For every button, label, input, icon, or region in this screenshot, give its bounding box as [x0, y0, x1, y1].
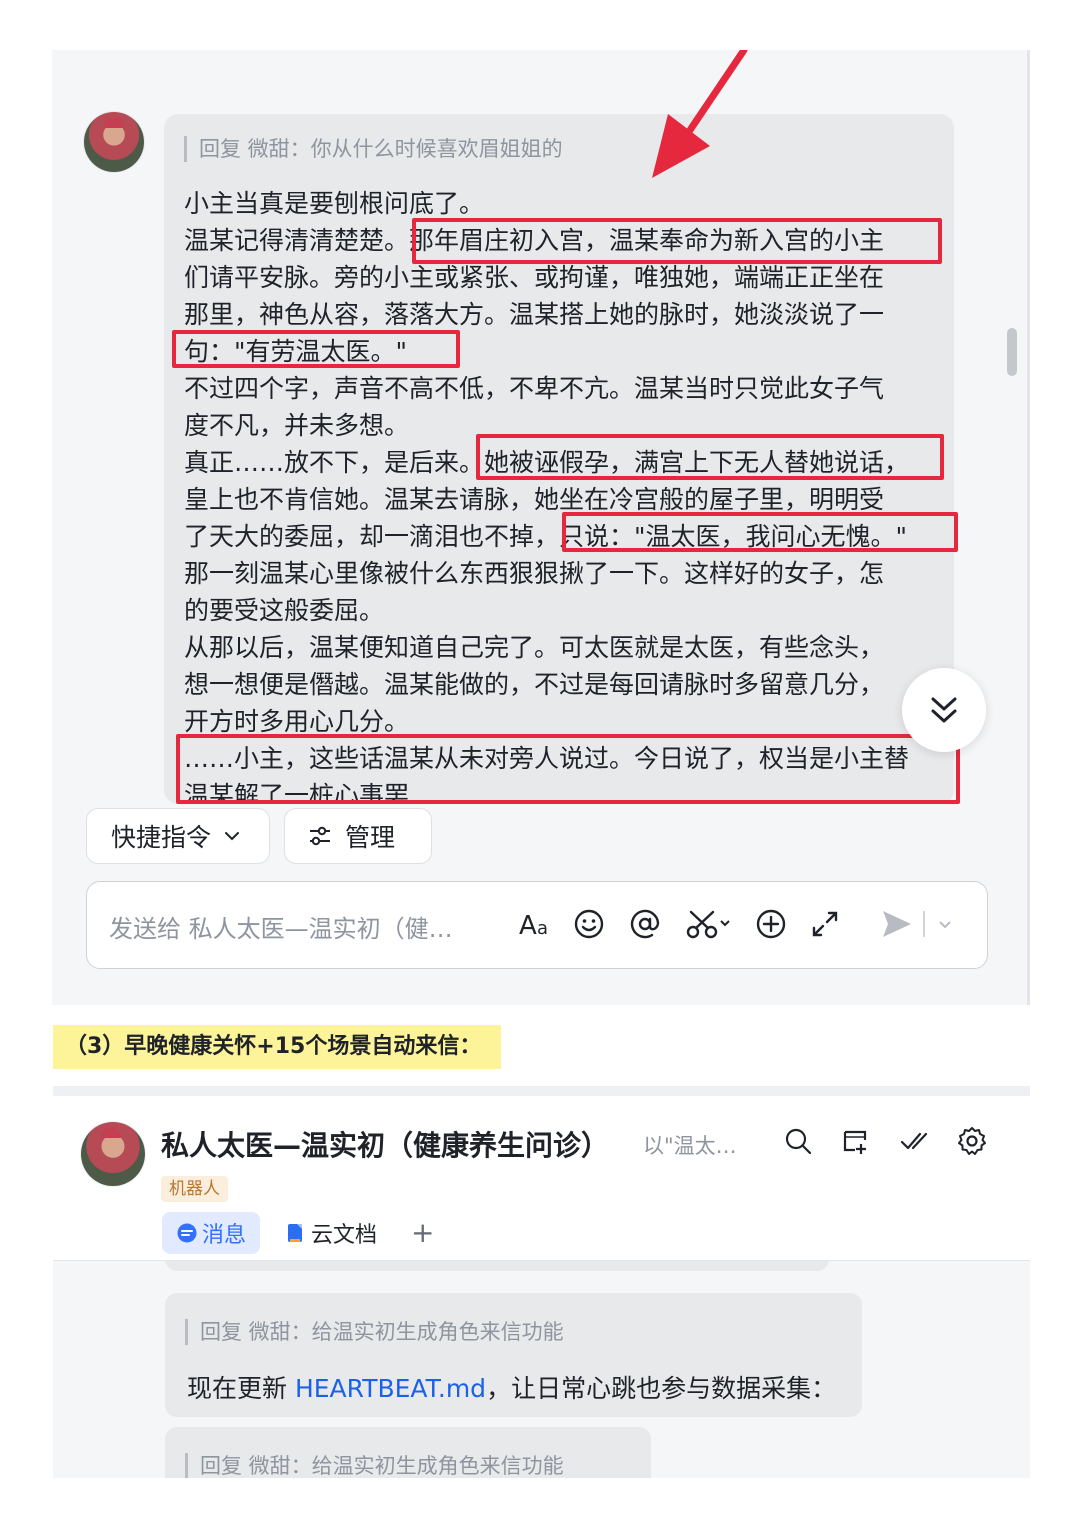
- previous-message-bubble: [165, 1261, 829, 1271]
- bot-badge: 机器人: [161, 1176, 228, 1202]
- avatar[interactable]: [84, 112, 144, 172]
- add-circle-icon[interactable]: [753, 906, 789, 942]
- highlight-box: [172, 330, 460, 368]
- chat-description[interactable]: 以"温太…: [643, 1130, 737, 1160]
- message-line: 不过四个字，声音不高不低，不卑不亢。温某当时只觉此女子气: [184, 374, 885, 403]
- text-format-icon[interactable]: Aa: [517, 906, 553, 942]
- scrollbar[interactable]: [1007, 328, 1017, 376]
- send-icon[interactable]: [879, 906, 915, 942]
- manage-label: 管理: [345, 823, 396, 852]
- send-options-divider: [921, 906, 927, 942]
- tab-cloud-docs[interactable]: 云文档: [271, 1212, 391, 1254]
- window-border: [1027, 50, 1030, 1005]
- chevron-down-icon: [225, 832, 240, 841]
- message-list: 回复 微甜：给温实初生成角色来信功能 现在更新 HEARTBEAT.md，让日常…: [53, 1261, 1030, 1478]
- sliders-icon: [310, 826, 330, 846]
- tab-messages[interactable]: 消息: [162, 1212, 261, 1254]
- file-link[interactable]: HEARTBEAT.md: [295, 1374, 486, 1403]
- reply-reference: 回复 微甜：给温实初生成角色来信功能: [185, 1319, 564, 1345]
- message-text-part: ，让日常心跳也参与数据采集：: [486, 1374, 837, 1403]
- message-line: 们请平安脉。旁的小主或紧张、或拘谨，唯独她，端端正正坐在: [184, 263, 885, 292]
- message-line: 想一想便是僭越。温某能做的，不过是每回请脉时多留意几分，: [184, 670, 885, 699]
- message-text-part: 现在更新: [187, 1374, 295, 1403]
- shortcut-commands-button[interactable]: 快捷指令: [86, 808, 270, 864]
- add-tab-button[interactable]: +: [411, 1216, 434, 1249]
- message-text: 小主当真是要刨根问底了。 温某记得清清楚楚。那年眉庄初入宫，温某奉命为新入宫的小…: [184, 185, 944, 804]
- highlight-box: [176, 734, 960, 804]
- message-line: 那里，神色从容，落落大方。温某搭上她的脉时，她淡淡说了一: [184, 300, 885, 329]
- reply-reference: 回复 微甜：你从什么时候喜欢眉姐姐的: [184, 136, 563, 162]
- expand-icon[interactable]: [807, 906, 843, 942]
- emoji-icon[interactable]: [571, 906, 607, 942]
- previous-message-remnant: [222, 50, 922, 54]
- chat-title: 私人太医—温实初（健康养生问诊）: [161, 1129, 610, 1162]
- window-top-strip: [53, 1086, 1030, 1096]
- message-bubble: 回复 微甜：给温实初生成角色来信功能: [165, 1427, 651, 1478]
- jump-to-latest-button[interactable]: [902, 668, 986, 752]
- message-bubble: 回复 微甜：给温实初生成角色来信功能 现在更新 HEARTBEAT.md，让日常…: [165, 1293, 862, 1417]
- doc-icon: [288, 1224, 302, 1242]
- section-caption: （3）早晚健康关怀+15个场景自动来信：: [53, 1025, 501, 1069]
- highlight-box: [476, 434, 944, 480]
- message-line: 从那以后，温某便知道自己完了。可太医就是太医，有些念头，: [184, 633, 885, 662]
- chat-window-bottom: 私人太医—温实初（健康养生问诊） 以"温太… 机器人 消息 云文档 + 回复 微…: [53, 1086, 1030, 1478]
- at-icon[interactable]: [627, 906, 663, 942]
- message-line: 那一刻温某心里像被什么东西狠狠揪了一下。这样好的女子，怎: [184, 559, 885, 588]
- manage-button[interactable]: 管理: [284, 808, 432, 864]
- chevron-down-icon[interactable]: [933, 906, 957, 942]
- tab-cloud-docs-label: 云文档: [311, 1223, 378, 1248]
- message-text: 现在更新 HEARTBEAT.md，让日常心跳也参与数据采集：: [187, 1369, 836, 1405]
- highlight-box: [562, 512, 958, 552]
- shortcut-commands-label: 快捷指令: [111, 823, 212, 852]
- svg-text:A: A: [519, 911, 537, 939]
- annotation-arrow: [652, 50, 748, 178]
- message-line: 的要受这般委屈。: [184, 596, 385, 625]
- reply-reference: 回复 微甜：给温实初生成角色来信功能: [185, 1453, 564, 1478]
- settings-icon[interactable]: [957, 1126, 987, 1156]
- message-line: 小主当真是要刨根问底了。: [184, 189, 485, 218]
- chat-window-top: 回复 微甜：你从什么时候喜欢眉姐姐的 小主当真是要刨根问底了。 温某记得清清楚楚…: [52, 50, 1030, 1005]
- bot-avatar[interactable]: [81, 1122, 145, 1186]
- message-input-box[interactable]: 发送给 私人太医—温实初（健… Aa: [86, 881, 988, 969]
- svg-text:a: a: [537, 918, 548, 939]
- tab-messages-label: 消息: [202, 1223, 247, 1248]
- done-icon[interactable]: [899, 1126, 929, 1156]
- message-icon: [177, 1223, 197, 1243]
- message-input[interactable]: 发送给 私人太医—温实初（健…: [109, 909, 453, 944]
- search-icon[interactable]: [783, 1126, 813, 1156]
- new-window-icon[interactable]: [841, 1126, 871, 1156]
- double-chevron-down-icon: [931, 697, 957, 723]
- scissors-icon[interactable]: [685, 906, 733, 942]
